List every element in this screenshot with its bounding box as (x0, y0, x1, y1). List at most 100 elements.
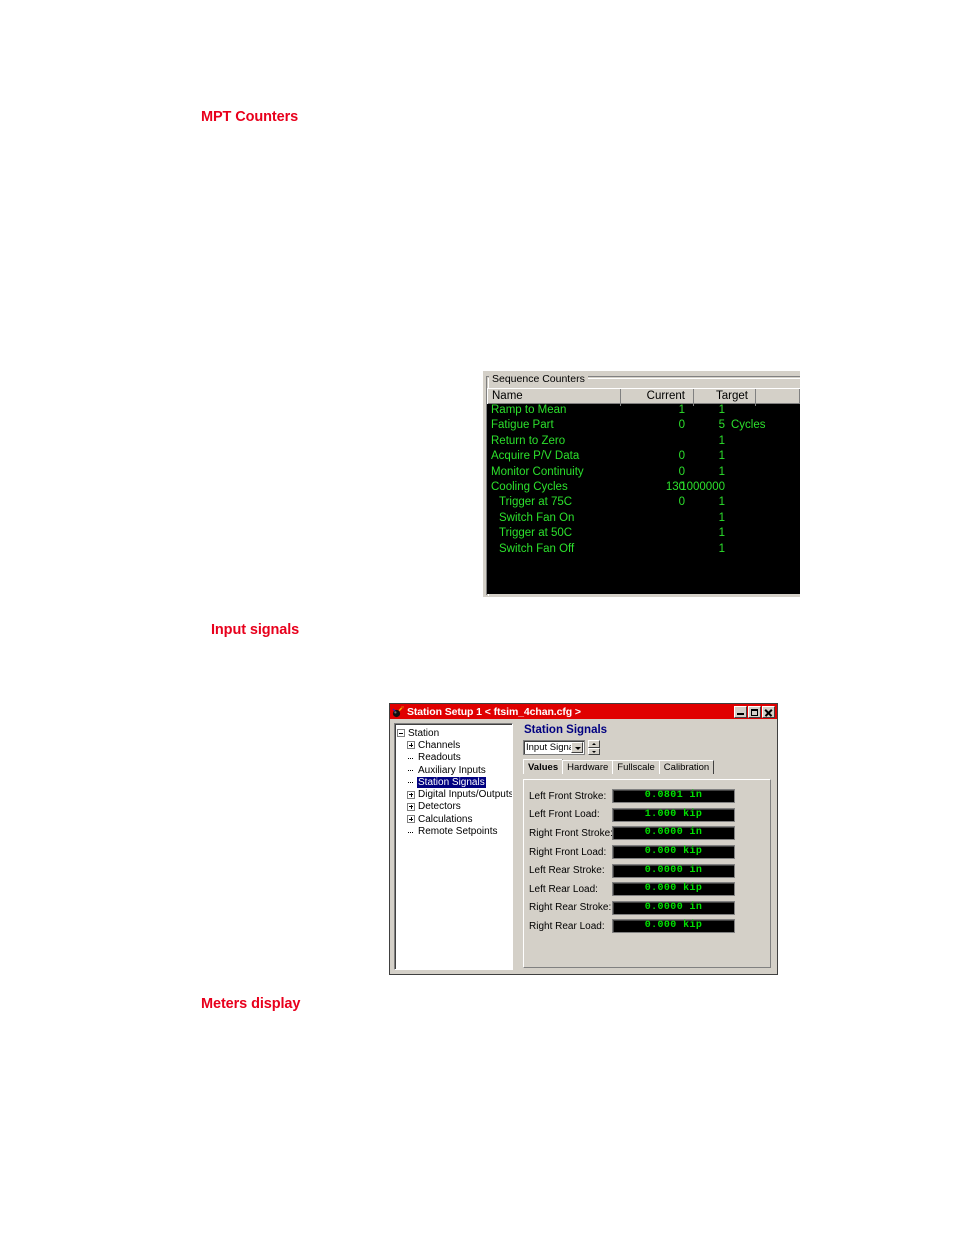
column-header-current[interactable]: Current (621, 389, 694, 404)
signal-meter: 0.0801 in (612, 789, 735, 804)
tree-leaf-icon[interactable] (407, 778, 415, 786)
sidebar-item-channels[interactable]: Channels (397, 739, 510, 751)
tab-hardware[interactable]: Hardware (562, 760, 614, 774)
sidebar-item-station-signals[interactable]: Station Signals (397, 776, 510, 788)
stepper-up-icon[interactable] (588, 740, 600, 748)
signal-selector-row: Input Signals (523, 740, 773, 755)
signal-label: Right Front Stroke: (529, 827, 613, 839)
signal-row: Left Front Load: 1.000 kip (524, 806, 770, 825)
sequence-counters-legend: Sequence Counters (489, 373, 588, 385)
signal-row: Left Rear Load: 0.000 kip (524, 880, 770, 899)
expand-icon[interactable] (407, 815, 415, 824)
sidebar-item-label: Auxiliary Inputs (418, 764, 486, 776)
counter-name: Trigger at 50C (499, 527, 573, 540)
window-titlebar[interactable]: Station Setup 1 < ftsim_4chan.cfg > (390, 704, 777, 719)
column-header-target[interactable]: Target (694, 389, 756, 404)
signal-row: Left Front Stroke: 0.0801 in (524, 787, 770, 806)
signal-meter: 0.0000 in (612, 826, 735, 841)
counter-name: Return to Zero (491, 434, 566, 447)
heading-input-signals: Input signals (211, 622, 300, 638)
counter-target: 1 (718, 496, 725, 509)
signal-label: Right Rear Load: (529, 920, 605, 932)
counter-target: 1 (718, 465, 725, 478)
chevron-down-icon[interactable] (571, 742, 583, 753)
tab-fullscale[interactable]: Fullscale (612, 760, 660, 774)
counter-name: Switch Fan On (499, 511, 575, 524)
signal-type-dropdown[interactable]: Input Signals (523, 740, 585, 755)
expand-icon[interactable] (407, 741, 415, 750)
expand-icon[interactable] (407, 790, 415, 799)
sidebar-item-station[interactable]: Station (397, 727, 510, 739)
counters-grid[interactable]: Ramp to Mean 1 1 Fatigue Part 0 5 Cycles Return… (487, 404, 800, 594)
counter-row[interactable]: Trigger at 50C 1 (487, 527, 800, 542)
window-body: Station Channels Readouts Auxiliary Inputs S… (390, 719, 777, 974)
sidebar-item-readouts[interactable]: Readouts (397, 752, 510, 764)
close-button[interactable] (762, 705, 775, 718)
signal-meter: 0.000 kip (612, 882, 735, 897)
sidebar-item-calculations[interactable]: Calculations (397, 813, 510, 825)
tree-leaf-icon[interactable] (407, 828, 415, 836)
counter-row[interactable]: Acquire P/V Data 0 1 (487, 450, 800, 465)
counter-name: Cooling Cycles (491, 480, 568, 493)
tab-calibration[interactable]: Calibration (658, 760, 715, 774)
signal-row: Left Rear Stroke: 0.0000 in (524, 861, 770, 880)
station-setup-icon (392, 705, 404, 717)
counter-row[interactable]: Cooling Cycles 130 1000000 (487, 481, 800, 496)
signal-meter: 1.000 kip (612, 807, 735, 822)
sidebar-item-remote-setpoints[interactable]: Remote Setpoints (397, 825, 510, 837)
signal-row: Right Front Load: 0.000 kip (524, 843, 770, 862)
counter-row[interactable]: Trigger at 75C 0 1 (487, 496, 800, 511)
stepper-down-icon[interactable] (588, 747, 600, 755)
signal-label: Right Front Load: (529, 846, 607, 858)
counter-name: Monitor Continuity (491, 465, 584, 478)
signal-meter: 0.000 kip (612, 919, 735, 934)
counter-target: 1 (718, 434, 725, 447)
sidebar-item-label: Readouts (418, 752, 461, 764)
sidebar-item-label: Channels (418, 739, 461, 751)
counter-target: 1000000 (680, 480, 725, 493)
signal-meter: 0.0000 in (612, 863, 735, 878)
counter-name: Switch Fan Off (499, 542, 575, 555)
counter-name: Trigger at 75C (499, 496, 573, 509)
column-header-name[interactable]: Name (488, 389, 621, 404)
station-setup-window: Station Setup 1 < ftsim_4chan.cfg > Stat… (389, 703, 778, 975)
minimize-button[interactable] (734, 705, 747, 718)
content-title: Station Signals (524, 724, 608, 736)
counter-target: 1 (718, 511, 725, 524)
counter-name: Fatigue Part (491, 419, 554, 432)
signal-label: Left Front Stroke: (529, 790, 607, 802)
sidebar-item-digital-inputs-outputs[interactable]: Digital Inputs/Outputs (397, 788, 512, 800)
column-header-units[interactable] (756, 389, 800, 404)
heading-mpt-counters: MPT Counters (201, 109, 299, 125)
sidebar-item-label: Station Signals (417, 776, 486, 788)
counter-name: Acquire P/V Data (491, 450, 580, 463)
signal-label: Left Rear Load: (529, 883, 598, 895)
counter-row[interactable]: Switch Fan On 1 (487, 512, 800, 527)
counter-target: 1 (718, 404, 725, 416)
counter-row[interactable]: Fatigue Part 0 5 Cycles (487, 419, 800, 434)
collapse-icon[interactable] (397, 729, 405, 738)
maximize-button[interactable] (748, 705, 761, 718)
station-tree-pane[interactable]: Station Channels Readouts Auxiliary Inputs S… (394, 723, 513, 970)
tree-leaf-icon[interactable] (407, 754, 415, 762)
tab-values[interactable]: Values (523, 759, 564, 774)
signal-meter: 0.000 kip (612, 845, 735, 860)
counter-row[interactable]: Ramp to Mean 1 1 (487, 404, 800, 419)
counter-row[interactable]: Monitor Continuity 0 1 (487, 466, 800, 481)
counter-row[interactable]: Return to Zero 1 (487, 435, 800, 450)
signal-tabs[interactable]: Values Hardware Fullscale Calibration (523, 759, 773, 774)
tree-leaf-icon[interactable] (407, 766, 415, 774)
counter-target: 1 (718, 450, 725, 463)
signal-label: Right Rear Stroke: (529, 902, 612, 914)
sidebar-item-label: Detectors (418, 801, 461, 813)
counter-row[interactable]: Switch Fan Off 1 (487, 543, 800, 558)
counter-target: 5 (718, 419, 725, 432)
signal-row: Right Rear Stroke: 0.0000 in (524, 899, 770, 918)
signal-row: Right Rear Load: 0.000 kip (524, 917, 770, 936)
sidebar-item-auxiliary-inputs[interactable]: Auxiliary Inputs (397, 764, 510, 776)
signal-index-stepper[interactable] (588, 740, 600, 755)
window-controls (734, 705, 775, 718)
expand-icon[interactable] (407, 802, 415, 811)
sidebar-item-detectors[interactable]: Detectors (397, 801, 510, 813)
sidebar-item-label: Remote Setpoints (418, 826, 498, 838)
